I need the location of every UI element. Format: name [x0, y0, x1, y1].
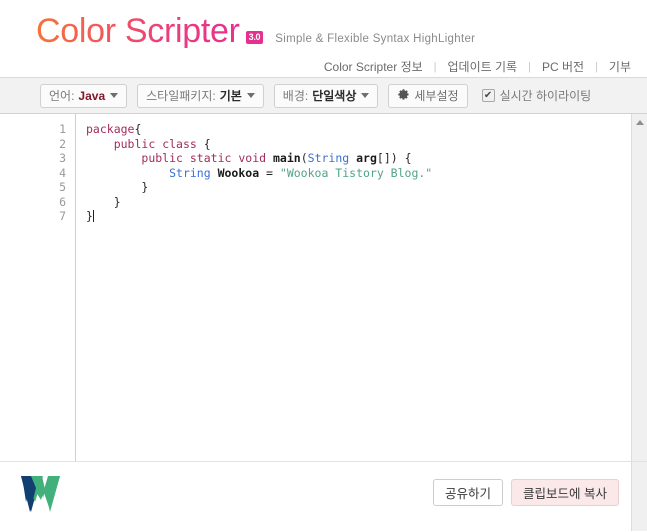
line-number: 2	[59, 136, 66, 151]
code-token-pl: {	[196, 136, 211, 151]
code-line: String Wookoa = "Wookoa Tistory Blog."	[86, 166, 647, 181]
style-package-dropdown[interactable]: 스타일패키지: 기본	[137, 83, 264, 108]
style-package-dropdown-value: 기본	[219, 88, 242, 103]
code-token-pl: {	[134, 122, 142, 136]
code-token-kw: void	[238, 151, 267, 165]
background-dropdown-label: 배경:	[282, 88, 309, 103]
line-number: 7	[59, 209, 66, 223]
details-settings-label: 세부설정	[414, 88, 459, 103]
page-footer: 공유하기 클립보드에 복사	[0, 462, 647, 531]
brand-logo-row: Color Scripter 3.0 Simple & Flexible Syn…	[36, 14, 475, 48]
header-nav-links: Color Scripter 정보 | 업데이트 기록 | PC 버전 | 기부	[322, 58, 633, 75]
code-token-fn: main	[273, 151, 301, 165]
code-text-area[interactable]: package{ public class { public static vo…	[76, 114, 647, 461]
language-dropdown-value: Java	[78, 88, 106, 103]
realtime-highlight-toggle[interactable]: ✔ 실시간 하이라이팅	[481, 87, 592, 104]
line-number: 3	[59, 151, 66, 165]
code-editor[interactable]: 1234567 package{ public class { public s…	[0, 114, 647, 462]
code-token-kw: class	[162, 136, 197, 151]
chevron-down-icon	[361, 93, 370, 98]
code-token-type: String	[307, 151, 350, 165]
nav-link-donate[interactable]: 기부	[607, 58, 633, 75]
code-token-fn: arg	[356, 151, 377, 165]
code-token-pl: []) {	[376, 151, 412, 165]
line-number: 4	[59, 165, 66, 180]
code-line: }	[86, 195, 647, 210]
code-token-pl: }	[86, 194, 121, 209]
nav-link-about[interactable]: Color Scripter 정보	[322, 58, 425, 75]
code-token-pl: }	[86, 209, 93, 223]
editor-scrollbar[interactable]	[631, 114, 647, 461]
code-token-pl: }	[86, 180, 149, 194]
language-dropdown-label: 언어:	[49, 88, 75, 103]
text-cursor	[92, 210, 94, 222]
background-dropdown-value: 단일색상	[312, 88, 357, 103]
nav-link-changelog[interactable]: 업데이트 기록	[446, 58, 520, 75]
nav-link-pc-version[interactable]: PC 버전	[540, 58, 586, 75]
line-number: 1	[59, 122, 66, 136]
code-token-kw: public	[113, 136, 156, 151]
color-scripter-app: Color Scripter 3.0 Simple & Flexible Syn…	[0, 0, 647, 532]
chevron-down-icon	[246, 93, 255, 98]
version-badge: 3.0	[245, 31, 264, 44]
tagline: Simple & Flexible Syntax HighLighter	[275, 33, 476, 45]
code-line: }	[86, 180, 647, 195]
line-number: 5	[59, 180, 66, 194]
code-line: public class {	[86, 137, 647, 152]
code-token-pl: =	[259, 165, 280, 180]
code-line: public static void main(String arg[]) {	[86, 151, 647, 166]
code-line: package{	[86, 122, 647, 137]
code-line: }	[86, 209, 647, 224]
footer-action-buttons: 공유하기 클립보드에 복사	[433, 479, 619, 506]
nav-separator: |	[528, 60, 531, 73]
code-token-fn: Wookoa	[217, 165, 260, 180]
code-token-type: String	[169, 165, 211, 180]
code-token-pl: (	[300, 151, 308, 165]
page-header: Color Scripter 3.0 Simple & Flexible Syn…	[0, 0, 647, 78]
code-token-kw: public	[141, 151, 183, 165]
background-dropdown[interactable]: 배경: 단일색상	[273, 83, 379, 108]
style-package-dropdown-label: 스타일패키지:	[146, 88, 216, 103]
copy-to-clipboard-button[interactable]: 클립보드에 복사	[511, 479, 619, 506]
chevron-down-icon	[110, 93, 119, 98]
line-number: 6	[59, 194, 66, 209]
code-token-kw: package	[86, 122, 135, 136]
nav-separator: |	[595, 60, 598, 73]
code-token-str: "Wookoa Tistory Blog."	[279, 165, 433, 180]
app-logo-text: Color Scripter	[36, 12, 240, 50]
w-logo	[8, 472, 60, 525]
code-token-kw: static	[189, 151, 232, 165]
scrollbar-up-arrow[interactable]	[632, 114, 647, 130]
footer-scrollbar-track[interactable]	[631, 462, 647, 531]
line-number-gutter: 1234567	[0, 114, 76, 461]
editor-toolbar: 언어: Java 스타일패키지: 기본 배경: 단일색상 세부설정 ✔ 실시간 …	[0, 78, 647, 114]
nav-separator: |	[433, 60, 437, 73]
language-dropdown[interactable]: 언어: Java	[40, 83, 128, 108]
details-settings-button[interactable]: 세부설정	[388, 83, 468, 108]
realtime-highlight-label: 실시간 하이라이팅	[499, 89, 592, 103]
checkbox-checked-icon[interactable]: ✔	[481, 89, 495, 102]
share-button[interactable]: 공유하기	[433, 479, 504, 506]
gear-icon	[397, 88, 410, 103]
